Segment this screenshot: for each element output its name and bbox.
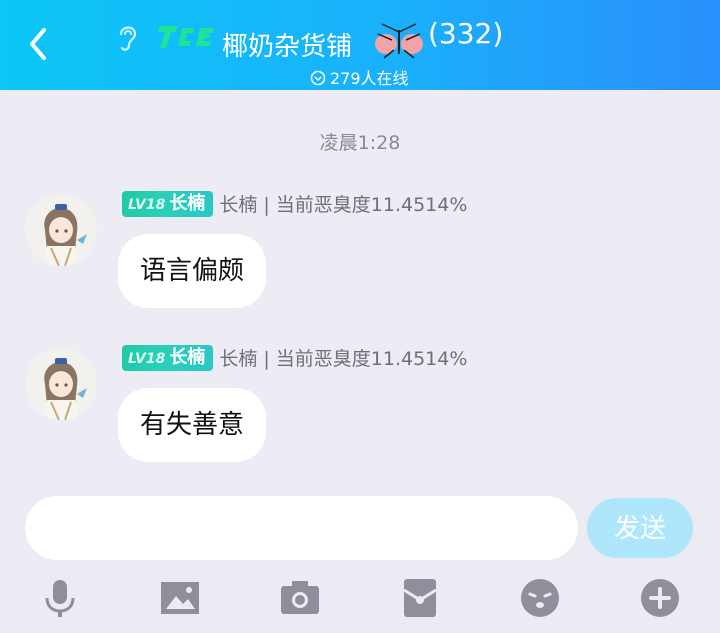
chat-header: 椰奶杂货铺 (332) 279人在线: [0, 0, 720, 90]
message-bubble[interactable]: 语言偏颇: [118, 234, 267, 308]
level-badge: LV18 长楠: [122, 190, 214, 217]
image-icon[interactable]: [158, 576, 202, 620]
input-bar: 发送: [0, 482, 720, 633]
sender-name[interactable]: 长楠 | 当前恶臭度11.4514%: [219, 190, 467, 217]
ear-icon[interactable]: [114, 22, 142, 54]
avatar[interactable]: [25, 348, 97, 420]
message-list[interactable]: 凌晨1:28 LV18 长楠 长楠 | 当前恶臭度11.4514% 语言偏颇 L…: [0, 90, 720, 482]
group-logo-icon: [156, 20, 216, 54]
mosquito-icon: [370, 20, 428, 60]
level-badge: LV18 长楠: [122, 344, 214, 371]
member-count: (332): [428, 17, 504, 50]
plus-icon[interactable]: [638, 576, 682, 620]
message-bubble[interactable]: 有失善意: [118, 388, 267, 462]
sender-row: LV18 长楠 长楠 | 当前恶臭度11.4514%: [122, 190, 467, 218]
avatar[interactable]: [25, 194, 97, 266]
microphone-icon[interactable]: [38, 576, 82, 620]
online-count: 279人在线: [330, 69, 409, 88]
timestamp: 凌晨1:28: [319, 132, 401, 154]
message-input[interactable]: [25, 496, 578, 560]
camera-icon[interactable]: [278, 576, 322, 620]
online-status[interactable]: 279人在线: [310, 68, 409, 90]
back-arrow-icon[interactable]: [24, 22, 54, 66]
emoji-icon[interactable]: [518, 576, 562, 620]
group-name[interactable]: 椰奶杂货铺: [222, 30, 352, 64]
sender-name[interactable]: 长楠 | 当前恶臭度11.4514%: [219, 344, 467, 371]
clock-icon: [310, 70, 326, 86]
red-packet-icon[interactable]: [398, 576, 442, 620]
sender-row: LV18 长楠 长楠 | 当前恶臭度11.4514%: [122, 344, 467, 372]
send-button[interactable]: 发送: [587, 498, 693, 558]
